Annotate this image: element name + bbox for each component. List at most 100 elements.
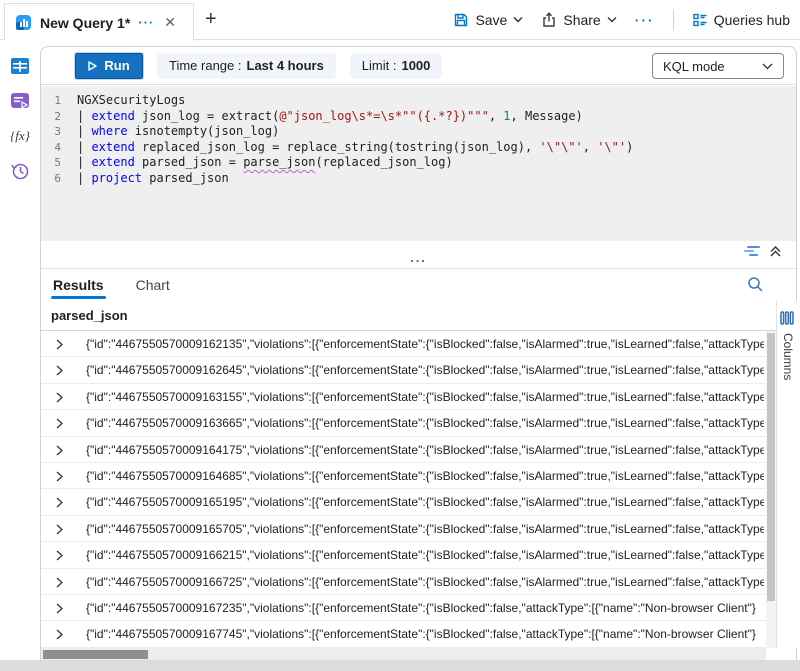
table-row[interactable]: {"id":"4467550570009163665","violations"…: [41, 410, 766, 436]
line-number: 1: [41, 93, 77, 109]
row-json-text: {"id":"4467550570009165705","violations"…: [86, 516, 764, 541]
new-tab-button[interactable]: +: [205, 8, 217, 31]
columns-icon: [780, 311, 794, 325]
row-json-text: {"id":"4467550570009163155","violations"…: [86, 384, 764, 409]
save-chevron-down-icon: [513, 16, 523, 23]
share-label: Share: [563, 12, 600, 28]
kql-mode-value: KQL mode: [663, 59, 725, 74]
save-button[interactable]: Save: [453, 12, 523, 28]
table-row[interactable]: {"id":"4467550570009166215","violations"…: [41, 542, 766, 568]
table-row[interactable]: {"id":"4467550570009167235","violations"…: [41, 595, 766, 621]
limit-label: Limit :: [362, 58, 397, 73]
more-commands-button[interactable]: ···: [635, 12, 655, 28]
row-expand-chevron-icon[interactable]: [56, 577, 63, 588]
row-expand-chevron-icon[interactable]: [56, 445, 63, 456]
row-json-text: {"id":"4467550570009167235","violations"…: [86, 595, 764, 620]
table-row[interactable]: {"id":"4467550570009164175","violations"…: [41, 437, 766, 463]
actions-divider: [673, 9, 674, 31]
save-label: Save: [475, 12, 507, 28]
share-icon: [541, 12, 557, 28]
table-row[interactable]: {"id":"4467550570009166725","violations"…: [41, 569, 766, 595]
query-toolbar: Run Time range : Last 4 hours Limit : 10…: [41, 47, 796, 85]
code-text: | project parsed_json: [77, 171, 229, 187]
row-json-text: {"id":"4467550570009164175","violations"…: [86, 437, 764, 462]
row-json-text: {"id":"4467550570009163665","violations"…: [86, 410, 764, 435]
line-number: 4: [41, 140, 77, 156]
row-expand-chevron-icon[interactable]: [56, 471, 63, 482]
tab-results[interactable]: Results: [51, 269, 106, 301]
vertical-scrollbar[interactable]: [766, 331, 776, 648]
query-history-icon[interactable]: [8, 159, 32, 183]
tab-more-icon[interactable]: ···: [138, 15, 154, 30]
pane-splitter-handle[interactable]: ...: [410, 253, 427, 263]
code-text: NGXSecurityLogs: [77, 93, 185, 109]
table-row[interactable]: {"id":"4467550570009165705","violations"…: [41, 516, 766, 542]
row-expand-chevron-icon[interactable]: [56, 418, 63, 429]
query-tab-title: New Query 1*: [40, 15, 130, 31]
connections-table-icon[interactable]: [8, 54, 32, 78]
editor-line: 6| project parsed_json: [41, 171, 796, 187]
row-expand-chevron-icon[interactable]: [56, 603, 63, 614]
row-expand-chevron-icon[interactable]: [56, 550, 63, 561]
table-row[interactable]: {"id":"4467550570009167745","violations"…: [41, 621, 766, 647]
editor-line: 4| extend replaced_json_log = replace_st…: [41, 140, 796, 156]
row-expand-chevron-icon[interactable]: [56, 365, 63, 376]
format-lines-icon[interactable]: [744, 245, 761, 258]
page-bottom-scrollbar[interactable]: [0, 660, 800, 671]
table-row[interactable]: {"id":"4467550570009162645","violations"…: [41, 357, 766, 383]
top-actions: Save Share ··· Queries hub: [453, 0, 790, 39]
query-panel: Run Time range : Last 4 hours Limit : 10…: [40, 46, 797, 671]
code-text: | extend replaced_json_log = replace_str…: [77, 140, 633, 156]
query-tab[interactable]: New Query 1* ··· ✕: [4, 3, 194, 41]
columns-panel-toggle[interactable]: Columns: [776, 301, 797, 648]
queries-hub-icon: [692, 12, 708, 28]
table-row[interactable]: {"id":"4467550570009163155","violations"…: [41, 384, 766, 410]
row-expand-chevron-icon[interactable]: [56, 524, 63, 535]
row-expand-chevron-icon[interactable]: [56, 497, 63, 508]
share-button[interactable]: Share: [541, 12, 616, 28]
table-row[interactable]: {"id":"4467550570009164685","violations"…: [41, 463, 766, 489]
collapse-editor-double-chevron-up-icon[interactable]: [769, 245, 782, 258]
tab-close-icon[interactable]: ✕: [162, 14, 178, 31]
vertical-scrollbar-thumb[interactable]: [767, 333, 775, 601]
time-range-label: Time range :: [169, 58, 242, 73]
line-number: 3: [41, 124, 77, 140]
row-json-text: {"id":"4467550570009162135","violations"…: [86, 331, 764, 356]
row-json-text: {"id":"4467550570009166215","violations"…: [86, 542, 764, 567]
line-number: 2: [41, 109, 77, 125]
code-text: | extend json_log = extract(@"json_log\s…: [77, 109, 583, 125]
table-row[interactable]: {"id":"4467550570009162135","violations"…: [41, 331, 766, 357]
functions-icon[interactable]: {fx}: [8, 124, 32, 148]
row-json-text: {"id":"4467550570009167745","violations"…: [86, 621, 764, 646]
query-app-icon: [15, 14, 32, 31]
save-icon: [453, 12, 469, 28]
kql-editor[interactable]: 1NGXSecurityLogs2| extend json_log = ext…: [41, 86, 796, 241]
editor-line: 3| where isnotempty(json_log): [41, 124, 796, 140]
row-expand-chevron-icon[interactable]: [56, 392, 63, 403]
horizontal-scrollbar-thumb[interactable]: [43, 650, 148, 659]
row-json-text: {"id":"4467550570009162645","violations"…: [86, 357, 764, 382]
editor-line: 1NGXSecurityLogs: [41, 93, 796, 109]
tab-chart[interactable]: Chart: [134, 269, 172, 301]
queries-hub-button[interactable]: Queries hub: [692, 12, 790, 28]
kql-mode-select[interactable]: KQL mode: [652, 53, 784, 79]
time-range-value: Last 4 hours: [247, 58, 324, 73]
top-tab-bar: New Query 1* ··· ✕ + Save Share ···: [0, 0, 800, 40]
saved-queries-icon[interactable]: [8, 89, 32, 113]
search-icon[interactable]: [747, 276, 764, 293]
run-button[interactable]: Run: [75, 53, 143, 79]
row-expand-chevron-icon[interactable]: [56, 629, 63, 640]
row-expand-chevron-icon[interactable]: [56, 339, 63, 350]
column-header-parsed-json[interactable]: parsed_json: [41, 301, 776, 331]
line-number: 5: [41, 155, 77, 171]
limit-value: 1000: [401, 58, 430, 73]
row-json-text: {"id":"4467550570009164685","violations"…: [86, 463, 764, 488]
table-row[interactable]: {"id":"4467550570009165195","violations"…: [41, 489, 766, 515]
limit-picker[interactable]: Limit : 1000: [350, 53, 443, 79]
row-json-text: {"id":"4467550570009165195","violations"…: [86, 489, 764, 514]
code-text: | extend parsed_json = parse_json(replac…: [77, 155, 453, 171]
queries-hub-label: Queries hub: [714, 12, 790, 28]
kql-mode-chevron-down-icon: [762, 63, 773, 70]
editor-line: 2| extend json_log = extract(@"json_log\…: [41, 109, 796, 125]
time-range-picker[interactable]: Time range : Last 4 hours: [157, 53, 336, 79]
